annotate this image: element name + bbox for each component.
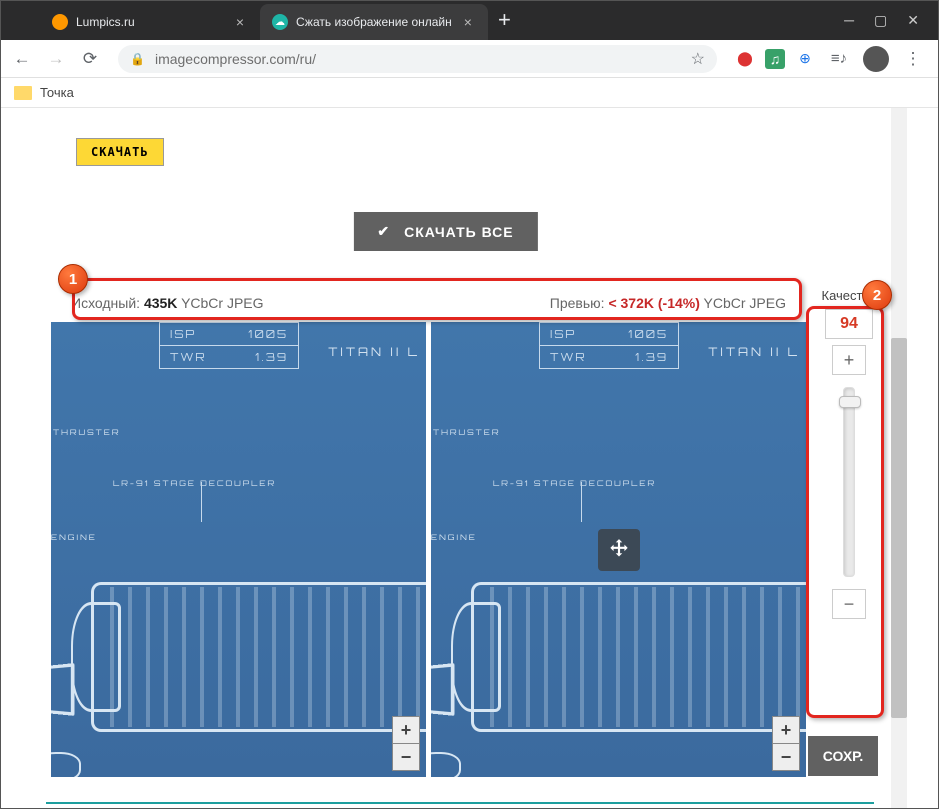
download-all-label: СКАЧАТЬ ВСЕ <box>404 224 513 240</box>
compressed-preview[interactable]: ISP1005 TWR1.39 TITAN II L THRUSTER LR-9… <box>431 322 806 777</box>
zoom-in-button[interactable]: + <box>392 716 420 744</box>
original-info: Исходный: 435K YCbCr JPEG <box>71 295 264 311</box>
folder-icon <box>14 86 32 100</box>
scroll-thumb[interactable] <box>891 338 907 718</box>
bookmark-star-icon[interactable]: ☆ <box>691 49 705 69</box>
close-window-icon[interactable]: ✕ <box>907 12 919 29</box>
tab-title: Lumpics.ru <box>76 15 135 29</box>
extension-icon[interactable]: ⊕ <box>795 49 815 69</box>
minimize-icon[interactable]: ─ <box>844 12 854 29</box>
address-bar[interactable]: 🔒 imagecompressor.com/ru/ ☆ <box>118 45 717 73</box>
vertical-scrollbar[interactable] <box>891 108 907 809</box>
favicon-icon: ☁ <box>272 14 288 30</box>
menu-icon[interactable]: ⋮ <box>899 45 927 73</box>
back-button[interactable]: ← <box>8 45 36 73</box>
quality-slider[interactable] <box>843 387 855 577</box>
close-icon[interactable]: × <box>232 14 248 30</box>
url-text: imagecompressor.com/ru/ <box>155 51 316 67</box>
quality-panel: Качество + − <box>812 288 886 619</box>
compression-info-bar: Исходный: 435K YCbCr JPEG Превью: < 372K… <box>51 288 806 318</box>
move-icon <box>606 537 632 563</box>
blueprint-table: ISP1005 TWR1.39 <box>539 322 679 369</box>
zoom-out-button[interactable]: − <box>392 743 420 771</box>
tab-lumpics[interactable]: Lumpics.ru × <box>40 4 260 40</box>
original-preview[interactable]: ISP1005 TWR1.39 TITAN II L THRUSTER LR-9… <box>51 322 426 777</box>
checkmark-icon: ✔ <box>377 223 390 240</box>
annotation-badge-2: 2 <box>862 280 892 310</box>
preview-panel: ISP1005 TWR1.39 TITAN II L THRUSTER LR-9… <box>51 322 806 777</box>
drag-handle[interactable] <box>598 529 640 571</box>
zoom-in-button[interactable]: + <box>772 716 800 744</box>
extension-icon[interactable]: ⬤ <box>735 49 755 69</box>
forward-button: → <box>42 45 70 73</box>
profile-avatar[interactable] <box>863 46 889 72</box>
upload-strip-bg <box>58 126 888 176</box>
save-button[interactable]: СОХР. <box>808 736 878 776</box>
slider-thumb[interactable] <box>839 396 861 408</box>
quality-plus-button[interactable]: + <box>832 345 866 375</box>
maximize-icon[interactable]: ▢ <box>874 12 887 29</box>
download-all-button[interactable]: ✔ СКАЧАТЬ ВСЕ <box>353 212 537 251</box>
reload-button[interactable]: ⟳ <box>76 45 104 73</box>
favicon-icon <box>52 14 68 30</box>
media-icon[interactable]: ≡♪ <box>825 45 853 73</box>
close-icon[interactable]: × <box>460 14 476 30</box>
quality-minus-button[interactable]: − <box>832 589 866 619</box>
bookmark-item[interactable]: Точка <box>40 85 74 100</box>
browser-tabs: Lumpics.ru × ☁ Сжать изображение онлайн … <box>0 0 824 40</box>
tab-imagecompressor[interactable]: ☁ Сжать изображение онлайн × <box>260 4 488 40</box>
extension-icon[interactable]: ♫ <box>765 49 785 69</box>
zoom-out-button[interactable]: − <box>772 743 800 771</box>
blueprint-title: TITAN II L <box>708 344 800 359</box>
download-button[interactable]: СКАЧАТЬ <box>76 138 164 166</box>
blueprint-title: TITAN II L <box>328 344 420 359</box>
new-tab-button[interactable]: + <box>488 7 521 33</box>
separator <box>46 802 874 804</box>
quality-input[interactable] <box>825 309 873 339</box>
tab-title: Сжать изображение онлайн <box>296 15 452 29</box>
preview-info: Превью: < 372K (-14%) YCbCr JPEG <box>550 295 786 311</box>
blueprint-table: ISP1005 TWR1.39 <box>159 322 299 369</box>
lock-icon: 🔒 <box>130 52 145 66</box>
annotation-badge-1: 1 <box>58 264 88 294</box>
